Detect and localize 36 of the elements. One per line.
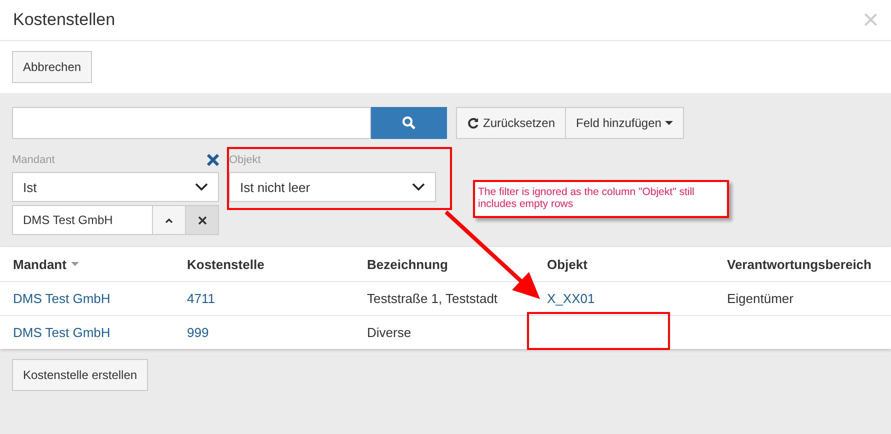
remove-icon[interactable] bbox=[207, 154, 219, 166]
sort-icon bbox=[71, 262, 80, 266]
search-button[interactable] bbox=[371, 107, 447, 139]
annotation-note: The filter is ignored as the column "Objekt" still includes empty rows bbox=[473, 180, 729, 218]
column-header[interactable]: Mandant bbox=[13, 256, 80, 272]
create-button[interactable]: Kostenstelle erstellen bbox=[12, 359, 148, 391]
search-icon bbox=[402, 116, 416, 130]
table-cell: Eigentümer bbox=[727, 291, 794, 306]
add-field-button[interactable]: Feld hinzufügen bbox=[565, 107, 684, 139]
caret-icon bbox=[665, 120, 674, 126]
refresh-icon bbox=[467, 117, 479, 129]
column-header[interactable]: Verantwortungsbereich bbox=[727, 256, 872, 272]
table-link[interactable]: DMS Test GmbH bbox=[13, 325, 110, 340]
search-field[interactable] bbox=[12, 107, 371, 139]
column-header[interactable]: Objekt bbox=[547, 256, 588, 272]
chevron-up-icon bbox=[165, 218, 173, 222]
chevron-down-icon bbox=[412, 183, 425, 191]
table-link[interactable]: 999 bbox=[187, 325, 209, 340]
column-header[interactable]: Bezeichnung bbox=[367, 256, 448, 272]
table-cell: Diverse bbox=[367, 325, 412, 340]
chevron-down-icon bbox=[195, 183, 208, 191]
column-header[interactable]: Kostenstelle bbox=[187, 256, 264, 272]
table-cell: Teststraße 1, Teststadt bbox=[367, 291, 498, 306]
table-link[interactable]: DMS Test GmbH bbox=[13, 291, 110, 306]
operator-select[interactable]: Ist nicht leer bbox=[229, 172, 436, 202]
close-icon bbox=[198, 216, 206, 224]
operator-select[interactable]: Ist bbox=[12, 172, 219, 202]
table-link[interactable]: 4711 bbox=[187, 291, 215, 306]
reset-button[interactable]: Zurücksetzen bbox=[456, 107, 566, 139]
filter-label: Objekt bbox=[229, 154, 261, 166]
window-title: Kostenstellen bbox=[13, 10, 116, 30]
value-field[interactable]: DMS Test GmbH bbox=[12, 205, 219, 235]
filter-label: Mandant bbox=[12, 154, 55, 166]
clear-button[interactable] bbox=[185, 206, 218, 234]
cancel-button[interactable]: Abbrechen bbox=[12, 51, 92, 83]
table-link[interactable]: X_XX01 bbox=[547, 291, 595, 306]
